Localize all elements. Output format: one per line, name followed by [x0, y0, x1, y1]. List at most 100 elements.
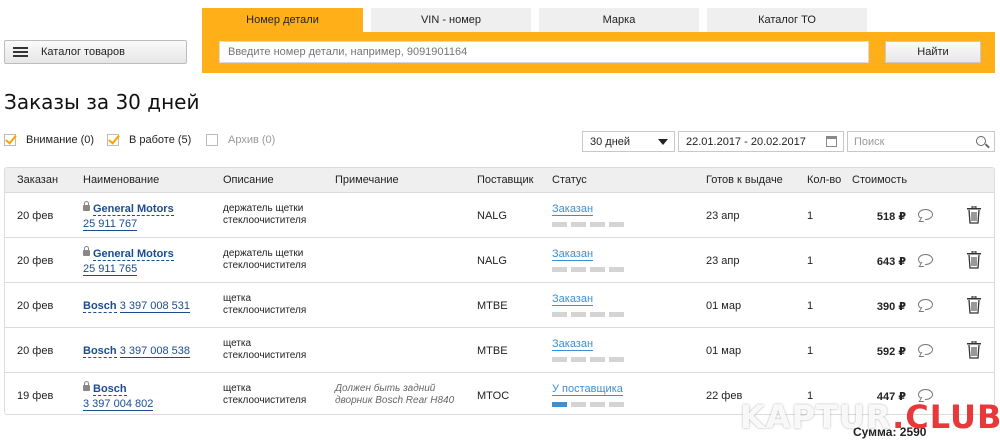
cost: 518 ₽ [876, 211, 906, 223]
orders-table: Заказан Наименование Описание Примечание… [4, 167, 995, 415]
comment-icon[interactable] [918, 299, 933, 310]
table-row: 20 фев Bosch 3 397 008 538 щетка стеклоо… [5, 328, 994, 373]
orders-search-input[interactable]: Поиск [847, 131, 995, 152]
column-date[interactable]: Заказан [17, 174, 58, 186]
part-name: Bosch 3 397 008 538 [83, 344, 191, 359]
part-name: Bosch 3 397 004 802 [83, 381, 154, 412]
column-qty[interactable]: Кол-во [807, 174, 841, 186]
date-range-input[interactable]: 22.01.2017 - 20.02.2017 [678, 131, 844, 152]
catalog-button[interactable]: Каталог товаров [4, 40, 187, 64]
brand-link[interactable]: Bosch [83, 345, 117, 358]
find-button[interactable]: Найти [885, 41, 981, 63]
tab-vin[interactable]: VIN - номер [371, 8, 531, 32]
attention-checkbox[interactable] [4, 134, 16, 146]
trash-icon[interactable] [967, 296, 981, 314]
filter-attention-label: Внимание (0) [26, 134, 95, 146]
archive-checkbox[interactable] [206, 134, 218, 146]
article-link[interactable]: 3 397 008 531 [119, 300, 191, 313]
watermark-main: KAPTUR [740, 398, 893, 436]
column-supplier[interactable]: Поставщик [477, 174, 533, 186]
status-progress [552, 357, 624, 362]
description: щетка стеклоочистителя [223, 383, 307, 406]
column-note[interactable]: Примечание [335, 174, 399, 186]
filter-archive[interactable]: Архив (0) [206, 134, 275, 146]
supplier: MTBE [477, 345, 508, 357]
period-select-value: 30 дней [590, 135, 631, 148]
status-link[interactable]: Заказан [552, 338, 594, 351]
status: Заказан [552, 248, 624, 272]
description: держатель щетки стеклоочистителя [223, 203, 307, 226]
status-link[interactable]: Заказан [552, 293, 594, 306]
comment-icon[interactable] [918, 254, 933, 265]
trash-icon[interactable] [967, 341, 981, 359]
tab-part-number[interactable]: Номер детали [202, 8, 363, 32]
period-select[interactable]: 30 дней [582, 131, 675, 152]
status-link[interactable]: Заказан [552, 203, 594, 216]
page-title: Заказы за 30 дней [4, 90, 200, 114]
status-progress [552, 222, 624, 227]
column-ready[interactable]: Готов к выдаче [706, 174, 783, 186]
order-date: 19 фев [17, 390, 54, 402]
brand-link[interactable]: Bosch [93, 383, 127, 396]
brand-link[interactable]: General Motors [93, 203, 174, 216]
ready-date: 01 мар [706, 345, 742, 357]
comment-icon[interactable] [918, 344, 933, 355]
column-status[interactable]: Статус [552, 174, 587, 186]
status-link[interactable]: У поставщика [552, 383, 623, 396]
part-name: General Motors 25 911 767 [83, 201, 174, 232]
status: У поставщика [552, 383, 624, 407]
article-link[interactable]: 25 911 765 [83, 263, 138, 276]
search-icon[interactable] [976, 136, 986, 146]
filter-archive-label: Архив (0) [228, 134, 276, 146]
tab-brand[interactable]: Марка [539, 8, 699, 32]
status: Заказан [552, 293, 624, 317]
chevron-down-icon [658, 139, 668, 145]
orders-search-placeholder: Поиск [854, 135, 885, 148]
status-progress [552, 312, 624, 317]
lock-icon [83, 246, 90, 256]
catalog-button-label: Каталог товаров [41, 46, 125, 58]
in-work-checkbox[interactable] [107, 134, 119, 146]
column-description[interactable]: Описание [223, 174, 274, 186]
brand-link[interactable]: General Motors [93, 248, 174, 261]
table-row: 20 фев General Motors 25 911 767 держате… [5, 193, 994, 238]
filter-in-work[interactable]: В работе (5) [107, 134, 191, 146]
search-panel: Найти [202, 32, 995, 73]
column-name[interactable]: Наименование [83, 174, 159, 186]
date-range-value: 22.01.2017 - 20.02.2017 [686, 135, 806, 148]
cost: 643 ₽ [876, 256, 906, 268]
ready-date: 01 мар [706, 300, 742, 312]
article-link[interactable]: 3 397 008 538 [119, 345, 191, 358]
supplier: MTOC [477, 390, 510, 402]
quantity: 1 [807, 345, 814, 357]
table-header: Заказан Наименование Описание Примечание… [5, 168, 994, 193]
part-number-search-input[interactable] [219, 41, 869, 63]
lock-icon [83, 201, 90, 211]
description: щетка стеклоочистителя [223, 293, 307, 316]
ready-date: 23 апр [706, 210, 740, 222]
supplier: NALG [477, 210, 507, 222]
status: Заказан [552, 338, 624, 362]
status-progress [552, 402, 624, 407]
menu-icon [13, 46, 28, 58]
ready-date: 23 апр [706, 255, 740, 267]
status-link[interactable]: Заказан [552, 248, 594, 261]
article-link[interactable]: 25 911 767 [83, 218, 138, 231]
lock-icon [83, 381, 90, 391]
brand-link[interactable]: Bosch [83, 300, 117, 313]
order-date: 20 фев [17, 345, 54, 357]
comment-icon[interactable] [918, 209, 933, 220]
order-date: 20 фев [17, 300, 54, 312]
filter-in-work-label: В работе (5) [129, 134, 192, 146]
calendar-icon[interactable] [826, 136, 837, 147]
column-cost[interactable]: Стоимость [852, 174, 907, 186]
tab-maintenance-catalog[interactable]: Каталог ТО [707, 8, 867, 32]
filter-attention[interactable]: Внимание (0) [4, 134, 94, 146]
status-progress [552, 267, 624, 272]
cost: 592 ₽ [876, 346, 906, 358]
trash-icon[interactable] [967, 251, 981, 269]
trash-icon[interactable] [967, 206, 981, 224]
quantity: 1 [807, 210, 814, 222]
article-link[interactable]: 3 397 004 802 [83, 398, 154, 411]
supplier: NALG [477, 255, 507, 267]
